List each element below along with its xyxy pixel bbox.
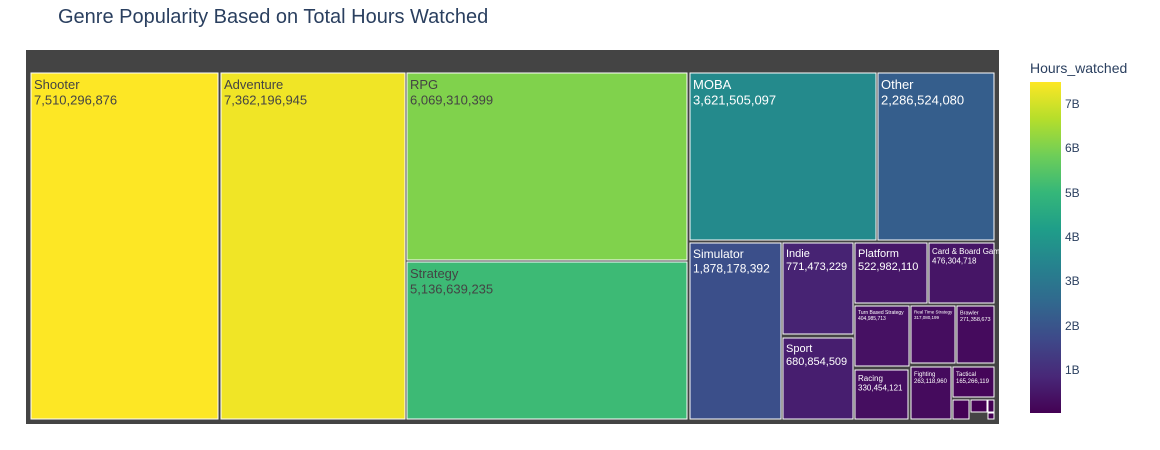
colorbar [1030,82,1061,413]
tile-label: Strategy [410,266,459,281]
tile-label: Shooter [34,77,80,92]
tile-label: Card & Board Game [932,247,1005,256]
tile-label: Simulator [693,247,744,261]
tile-value: 7,362,196,945 [224,93,307,108]
colorbar-tick: 7B [1065,96,1080,111]
colorbar-tick: 2B [1065,318,1080,333]
colorbar-tick: 5B [1065,185,1080,200]
tile-label: Adventure [224,77,283,92]
tile-value: 5,136,639,235 [410,282,493,297]
tile-label: Tactical [956,372,976,378]
tile-label: Fighting [914,372,935,378]
tile-label: Racing [858,374,883,383]
tile-adventure[interactable] [220,72,406,420]
tile-value: 522,982,110 [858,261,918,273]
tile-value: 1,878,178,392 [693,261,770,275]
colorbar-tick: 4B [1065,229,1080,244]
tile-label: RPG [410,77,438,92]
tile-value: 7,510,296,876 [34,93,117,108]
tile-unlabeled-17[interactable] [952,399,970,420]
tile-value: 771,473,229 [786,261,847,273]
tile-unlabeled-18[interactable] [970,399,988,413]
colorbar-title: Hours_watched [1030,60,1128,76]
tile-value: 317,080,199 [914,315,940,320]
tile-label: Real Time Strategy [914,310,953,315]
tile-label: Indie [786,248,810,260]
tile-label: Sport [786,343,812,355]
tile-label: MOBA [693,77,732,92]
tile-value: 6,069,310,399 [410,93,493,108]
tile-value: 271,358,673 [960,317,991,323]
tile-value: 165,266,119 [956,379,990,385]
tile-unlabeled-19[interactable] [987,399,995,413]
tile-value: 3,621,505,097 [693,93,776,108]
colorbar-tick: 1B [1065,363,1080,378]
tile-label: Platform [858,248,899,260]
colorbar-tick: 3B [1065,274,1080,289]
tile-value: 263,118,960 [914,379,948,385]
tile-value: 680,854,509 [786,356,847,368]
tile-unlabeled-20[interactable] [987,412,995,420]
tile-value: 330,454,121 [858,384,903,393]
tile-label: Brawler [960,311,979,317]
tile-shooter[interactable] [30,72,219,420]
tile-value: 476,304,718 [932,257,977,266]
colorbar-tick: 6B [1065,141,1080,156]
treemap-chart: Shooter7,510,296,876 Adventure7,362,196,9… [26,50,1061,424]
tile-value: 2,286,524,080 [881,93,964,108]
tile-value: 404,985,713 [858,316,886,322]
tile-label: Other [881,77,914,92]
